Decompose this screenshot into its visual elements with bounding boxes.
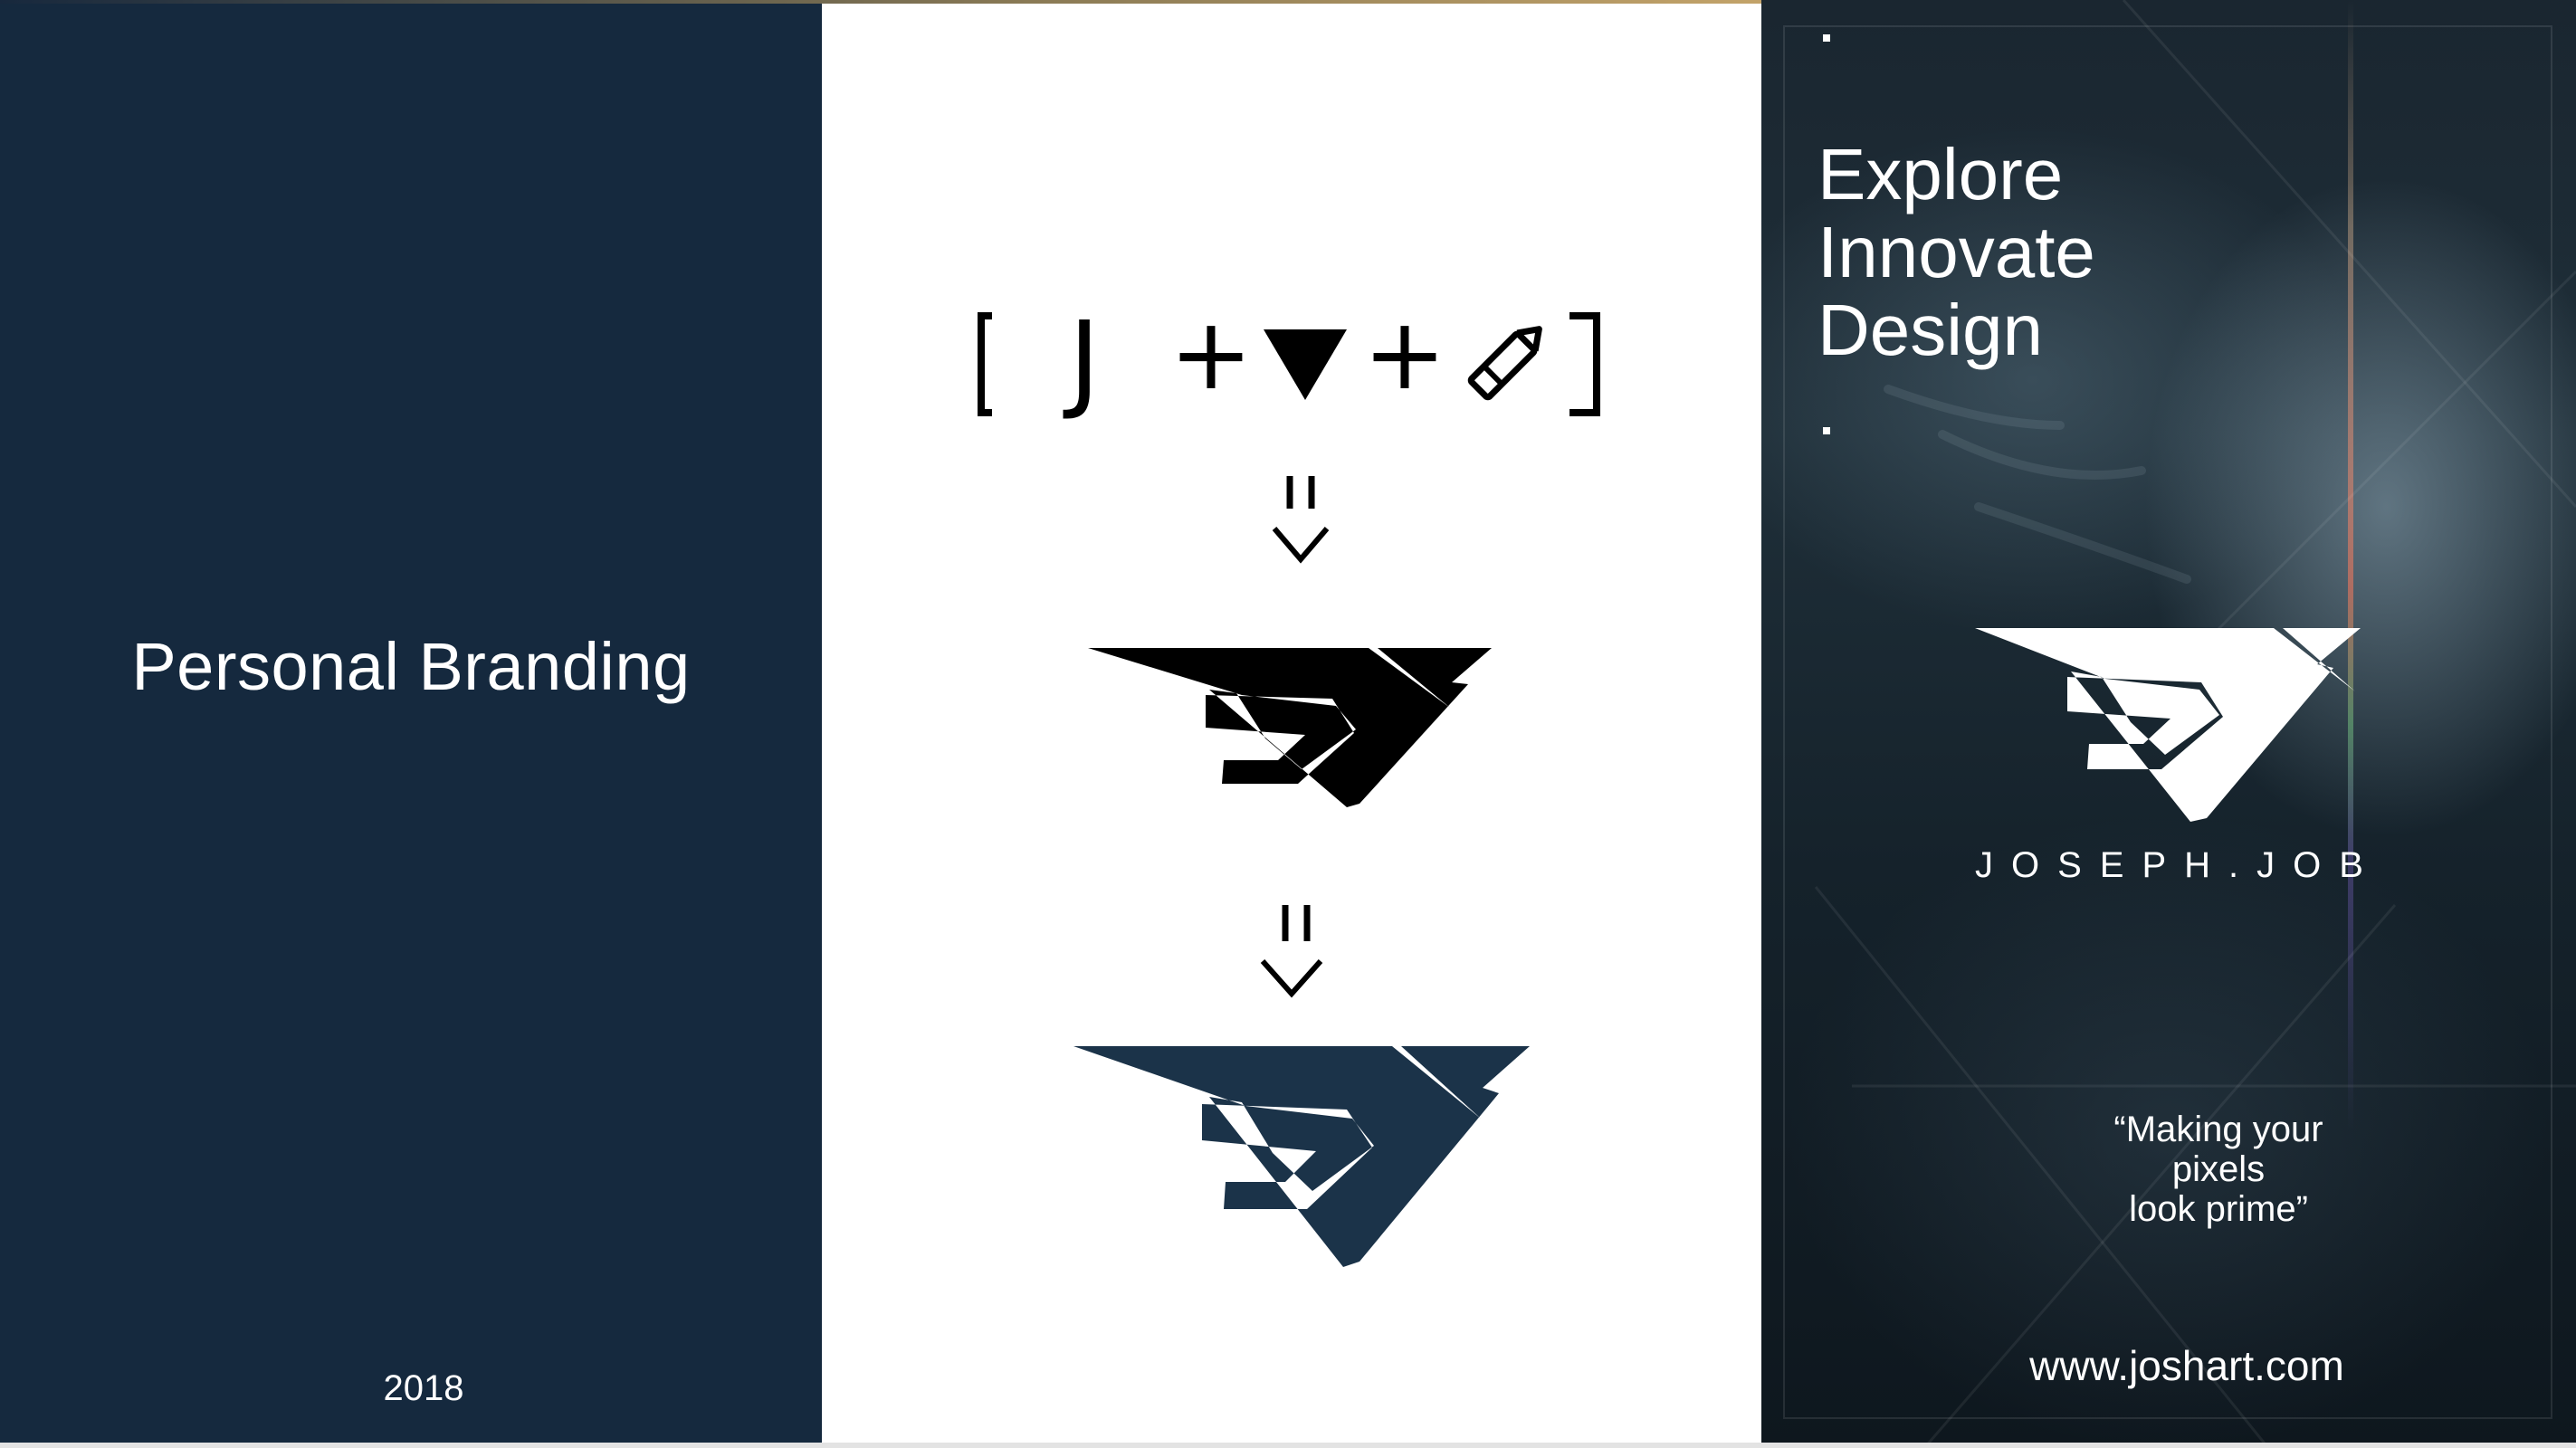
bottom-edge [0, 1443, 2576, 1448]
pencil-icon [1467, 326, 1542, 401]
tagline-line: Design [1818, 290, 2044, 370]
logo-construction-diagram: J + + [978, 296, 1600, 1267]
tagline-line: Innovate [1818, 212, 2095, 292]
equation-letter-j: J [1063, 298, 1101, 423]
quote: “Making your pixels look prime” [2033, 1110, 2404, 1229]
brand-name: JOSEPH.JOB [1975, 845, 2381, 885]
left-panel: Personal Branding 2018 [0, 4, 822, 1443]
decorative-dot [1823, 427, 1830, 434]
jj-logo-black [1088, 648, 1492, 807]
double-arrow-down-icon [1272, 476, 1330, 564]
plus-sign: + [1169, 296, 1253, 412]
quote-line: look prime” [2129, 1189, 2308, 1229]
panel-title: Personal Branding [131, 629, 691, 704]
quote-line: pixels [2171, 1149, 2266, 1189]
quote-line: “Making your [2113, 1110, 2323, 1149]
right-panel-poster: Explore Innovate Design JOSEPH.JOB “Maki… [1761, 0, 2576, 1448]
triangle-icon [1264, 329, 1347, 400]
jj-logo-white [1975, 628, 2361, 822]
tagline: Explore Innovate Design [1818, 136, 2095, 369]
plus-sign: + [1363, 296, 1446, 412]
double-arrow-down-icon [1260, 905, 1323, 998]
bracket-open-icon [978, 312, 992, 416]
tagline-line: Explore [1818, 134, 2064, 214]
decorative-dot [1823, 34, 1830, 42]
jj-logo-navy [1073, 1046, 1530, 1267]
website-url: www.joshart.com [2029, 1342, 2344, 1389]
year-label: 2018 [383, 1368, 464, 1408]
bracket-close-icon [1569, 312, 1600, 416]
middle-panel: J + + [822, 4, 1761, 1443]
